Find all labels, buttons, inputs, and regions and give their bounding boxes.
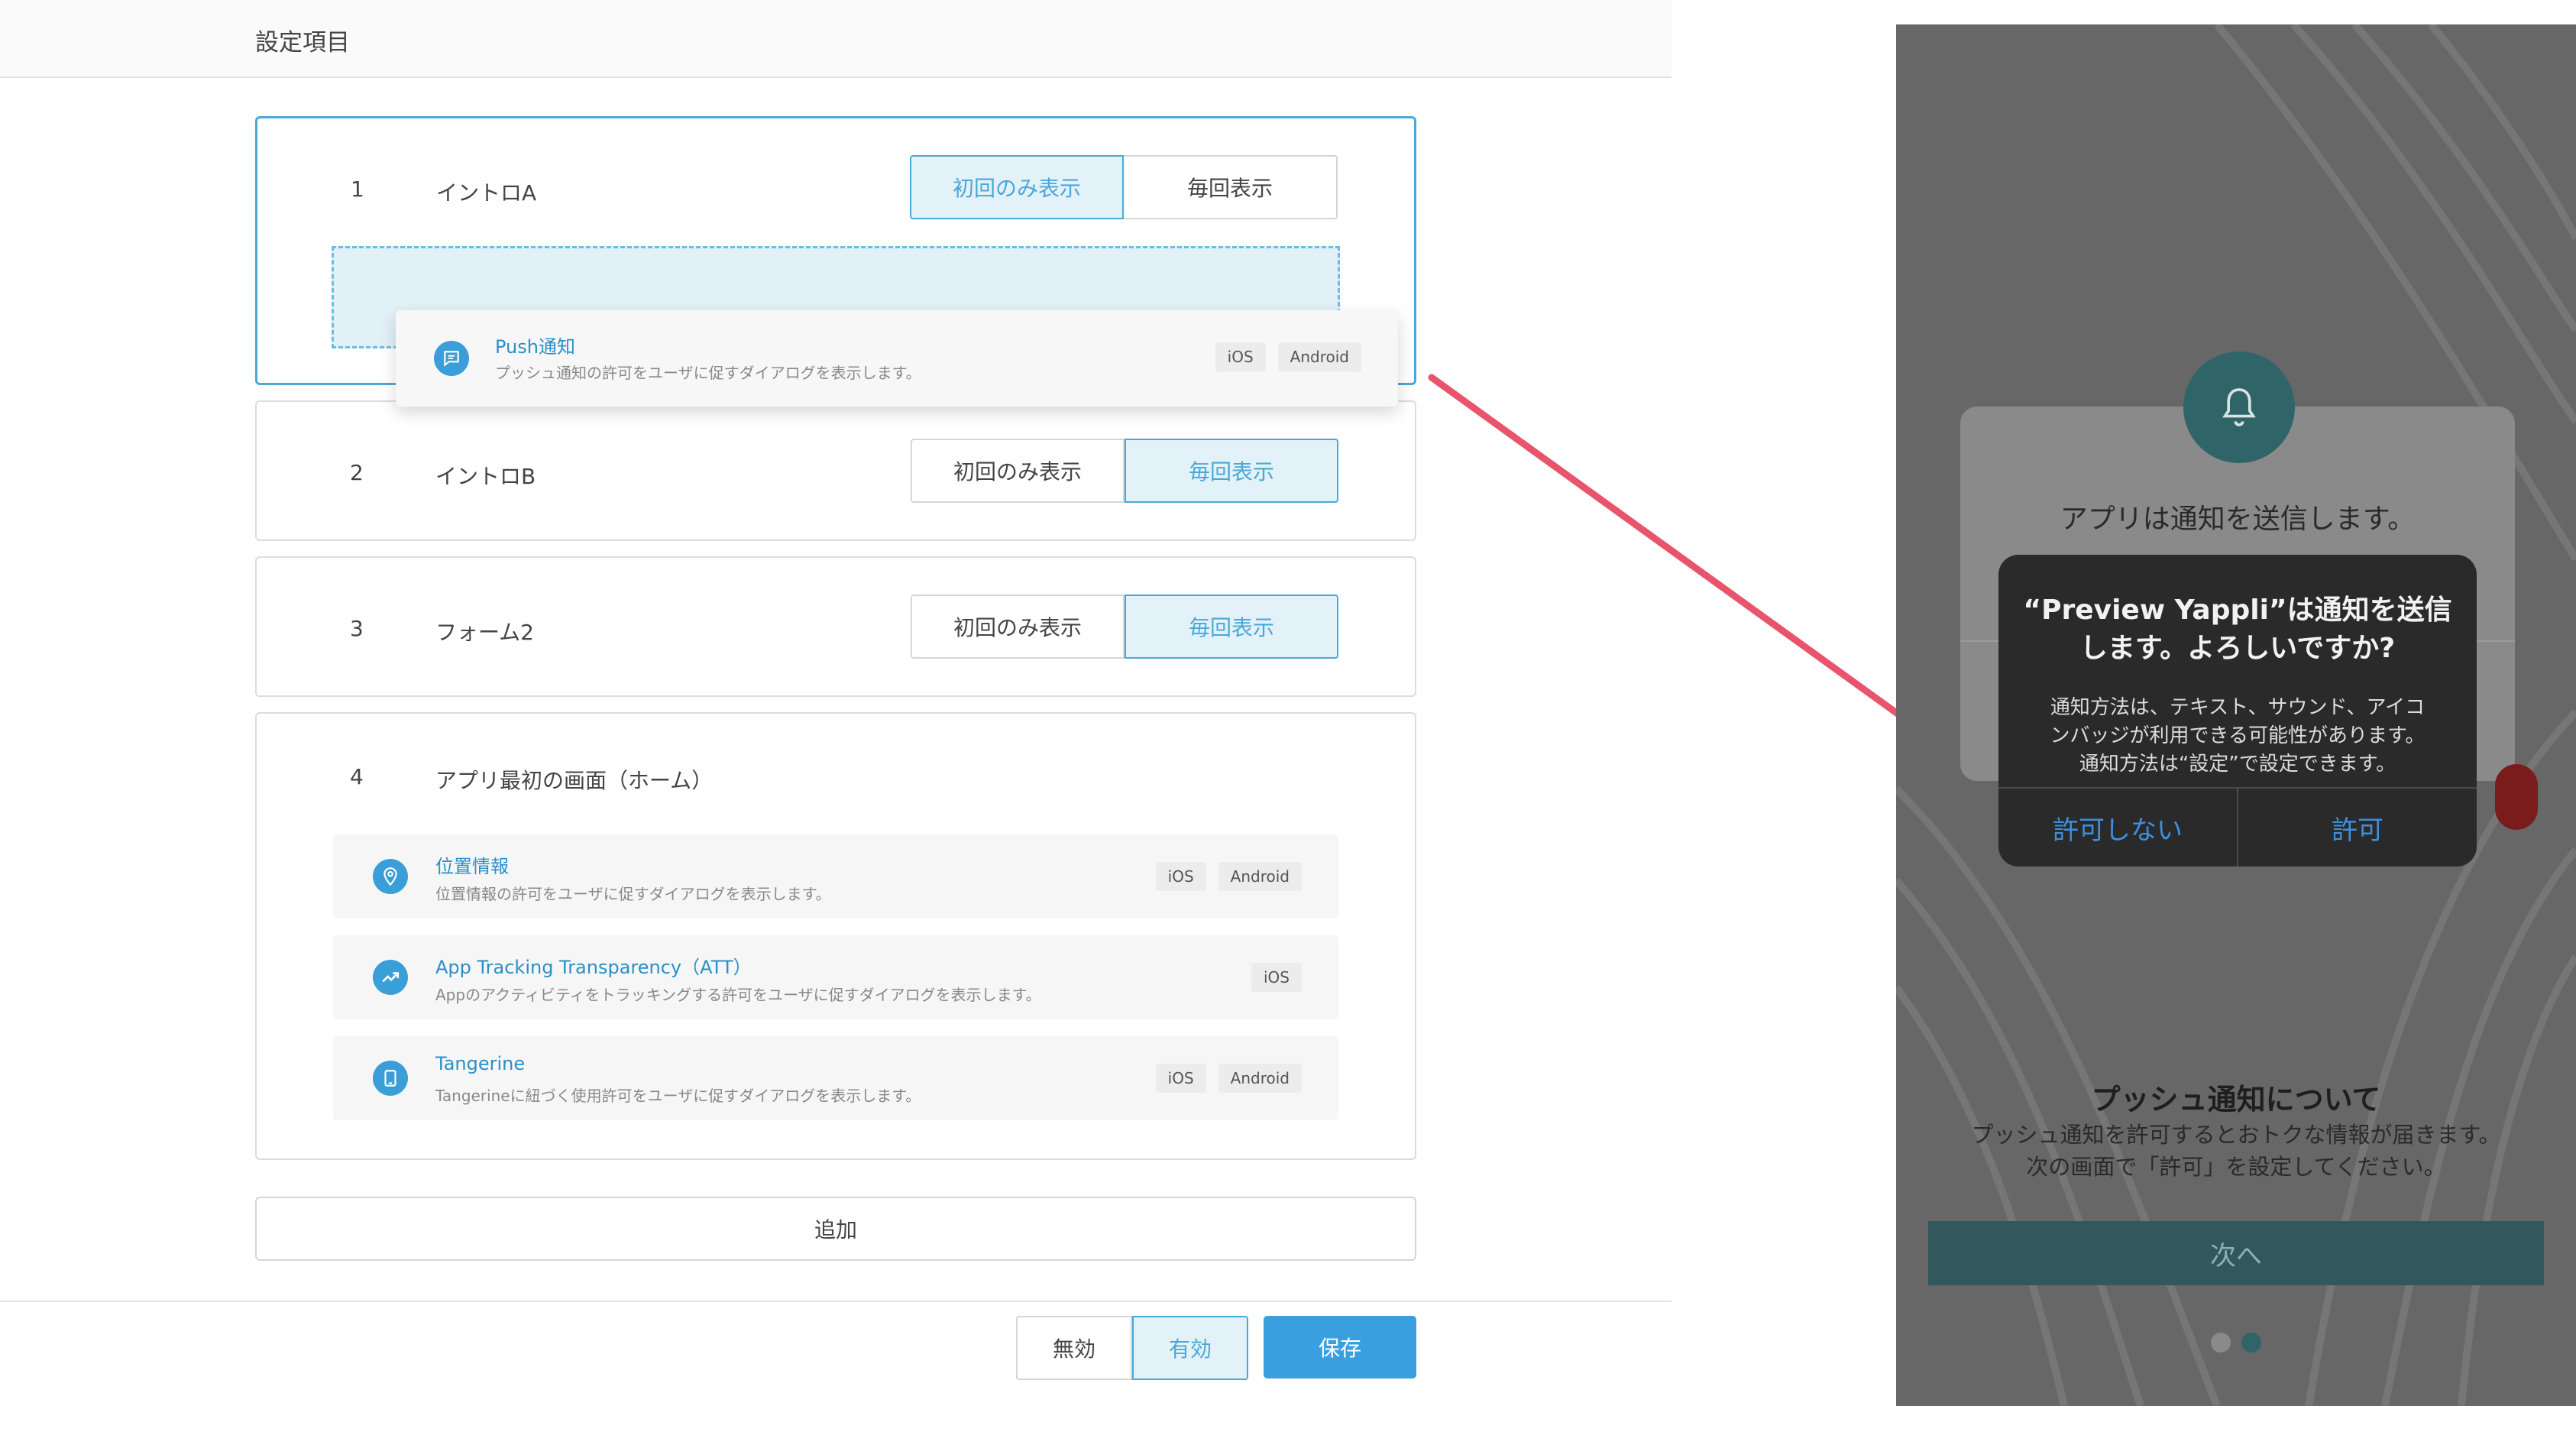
display-mode-toggle: 初回のみ表示 毎回表示	[910, 155, 1338, 219]
settings-header: 設定項目	[0, 0, 1671, 78]
push-description: プッシュ通知を許可するとおトクな情報が届きます。 次の画面で「許可」を設定してく…	[1896, 1119, 2576, 1183]
permission-att[interactable]: App Tracking Transparency（ATT） Appのアクティビ…	[333, 935, 1338, 1019]
alert-message-line: 通知方法は、テキスト、サウンド、アイコ	[2050, 696, 2426, 719]
item-name: アプリ最初の画面（ホーム）	[435, 768, 714, 793]
enable-toggle: 無効 有効	[1016, 1316, 1248, 1380]
show-once-button[interactable]: 初回のみ表示	[911, 439, 1125, 503]
show-every-time-button[interactable]: 毎回表示	[1125, 595, 1338, 659]
tag-android: Android	[1277, 342, 1361, 371]
platform-tags: iOS	[1251, 963, 1302, 992]
tag-ios: iOS	[1215, 342, 1266, 371]
tag-ios: iOS	[1155, 862, 1206, 891]
next-button[interactable]: 次へ	[1928, 1221, 2544, 1285]
item-name: イントロB	[435, 464, 536, 489]
disable-button[interactable]: 無効	[1016, 1316, 1132, 1380]
alert-message-line: ンバッジが利用できる可能性があります。	[2050, 724, 2426, 747]
show-once-button[interactable]: 初回のみ表示	[911, 595, 1125, 659]
item-number: 1	[351, 177, 364, 202]
tag-android: Android	[1218, 862, 1302, 891]
bell-icon	[2183, 352, 2295, 463]
chat-bubble-icon	[434, 341, 469, 376]
deny-button[interactable]: 許可しない	[1998, 789, 2237, 867]
tablet-icon	[373, 1061, 408, 1096]
platform-tags: iOS Android	[1155, 1064, 1302, 1093]
push-description-line: 次の画面で「許可」を設定してください。	[2026, 1154, 2446, 1180]
add-button[interactable]: 追加	[255, 1197, 1416, 1261]
dragging-permission-push[interactable]: Push通知 プッシュ通知の許可をユーザに促すダイアログを表示します。 iOS …	[396, 310, 1398, 407]
permission-tangerine[interactable]: Tangerine Tangerineに紐づく使用許可をユーザに促すダイアログを…	[333, 1036, 1338, 1120]
permission-description: プッシュ通知の許可をユーザに促すダイアログを表示します。	[495, 364, 921, 382]
permission-title: Push通知	[495, 336, 575, 358]
permission-title: Tangerine	[435, 1053, 526, 1074]
alert-message: 通知方法は、テキスト、サウンド、アイコ ンバッジが利用できる可能性があります。 …	[2021, 694, 2454, 779]
setting-item-3[interactable]: 3 フォーム2 初回のみ表示 毎回表示	[255, 556, 1416, 697]
display-mode-toggle: 初回のみ表示 毎回表示	[911, 595, 1338, 659]
trend-line-icon	[373, 960, 408, 995]
platform-tags: iOS Android	[1155, 862, 1302, 891]
pager-dot-active	[2241, 1333, 2261, 1353]
push-description-line: プッシュ通知を許可するとおトクな情報が届きます。	[1971, 1122, 2501, 1148]
alert-title-line: “Preview Yappli”は通知を送信	[2023, 595, 2452, 626]
tag-ios: iOS	[1155, 1064, 1206, 1093]
badge-dot	[2495, 764, 2538, 830]
page-title: 設定項目	[255, 29, 350, 57]
tag-android: Android	[1218, 1064, 1302, 1093]
item-name: フォーム2	[435, 620, 534, 645]
allow-button[interactable]: 許可	[2238, 789, 2477, 867]
alert-title: “Preview Yappli”は通知を送信 します。よろしいですか?	[2021, 591, 2454, 668]
show-every-time-button[interactable]: 毎回表示	[1124, 155, 1338, 219]
app-notify-text: アプリは通知を送信します。	[2060, 504, 2416, 535]
show-every-time-button[interactable]: 毎回表示	[1125, 439, 1338, 503]
display-mode-toggle: 初回のみ表示 毎回表示	[911, 439, 1338, 503]
permission-description: Tangerineに紐づく使用許可をユーザに促すダイアログを表示します。	[435, 1087, 921, 1105]
item-number: 2	[350, 460, 364, 485]
push-heading: プッシュ通知について	[2091, 1083, 2381, 1116]
permission-description: Appのアクティビティをトラッキングする許可をユーザに促すダイアログを表示します…	[435, 986, 1041, 1004]
enable-button[interactable]: 有効	[1132, 1316, 1248, 1380]
item-number: 4	[350, 764, 364, 789]
item-name: イントロA	[436, 180, 537, 206]
permission-description: 位置情報の許可をユーザに促すダイアログを表示します。	[435, 885, 831, 903]
permission-title: App Tracking Transparency（ATT）	[435, 957, 752, 978]
item-number: 3	[350, 616, 364, 641]
ios-notification-alert: “Preview Yappli”は通知を送信 します。よろしいですか? 通知方法…	[1998, 555, 2477, 867]
alert-message-line: 通知方法は“設定”で設定できます。	[2079, 753, 2396, 776]
alert-title-line: します。よろしいですか?	[2079, 633, 2396, 664]
settings-panel: 設定項目 1 イントロA 初回のみ表示 毎回表示 2 イントロB 初回のみ表示 …	[0, 0, 1671, 1432]
phone-preview: アプリは通知を送信します。 “Preview Yappli”は通知を送信 します…	[1896, 24, 2576, 1406]
permission-title: 位置情報	[435, 856, 509, 877]
platform-tags: iOS Android	[1215, 342, 1361, 371]
location-pin-icon	[373, 859, 408, 894]
pager-dot	[2211, 1333, 2231, 1353]
permission-location[interactable]: 位置情報 位置情報の許可をユーザに促すダイアログを表示します。 iOS Andr…	[333, 834, 1338, 918]
save-button[interactable]: 保存	[1264, 1316, 1416, 1379]
footer-divider	[0, 1301, 1671, 1302]
tag-ios: iOS	[1251, 963, 1302, 992]
show-once-button[interactable]: 初回のみ表示	[910, 155, 1124, 219]
setting-item-2[interactable]: 2 イントロB 初回のみ表示 毎回表示	[255, 400, 1416, 541]
